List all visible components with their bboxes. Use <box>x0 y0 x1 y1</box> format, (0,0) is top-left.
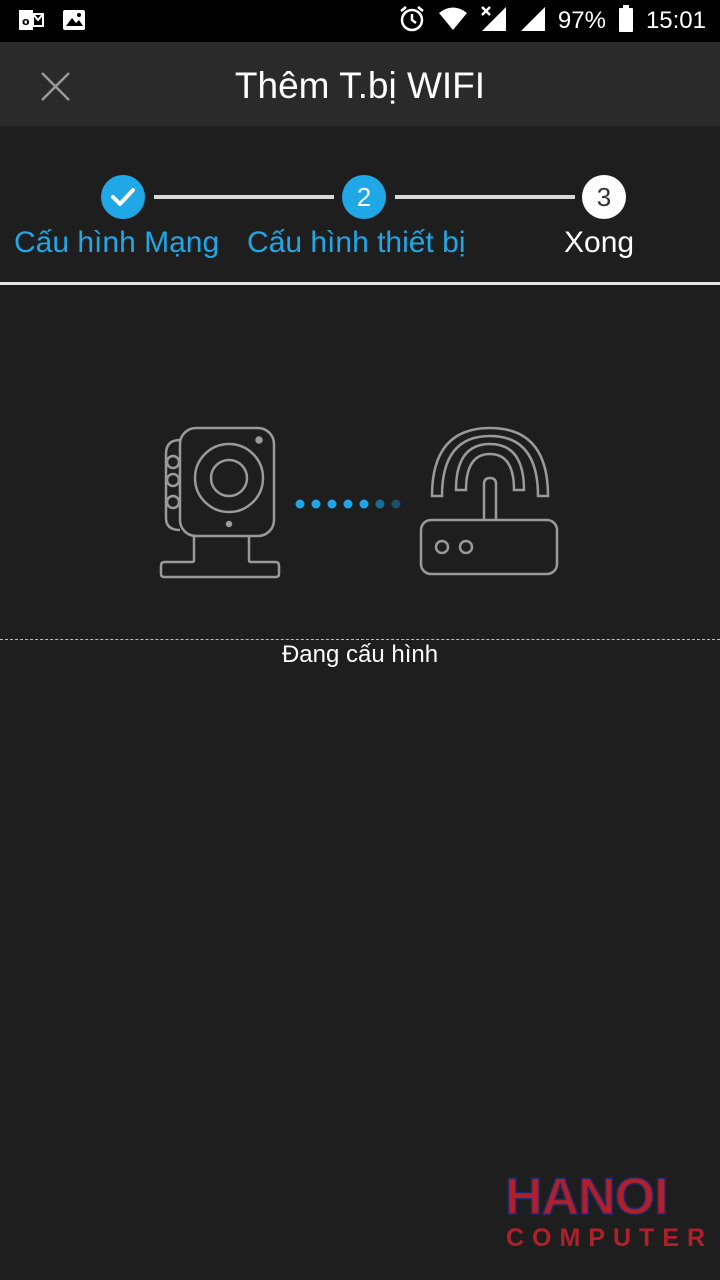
camera-icon <box>159 426 281 579</box>
app-bar: Thêm T.bị WIFI <box>0 42 720 126</box>
page-title: Thêm T.bị WIFI <box>234 65 486 106</box>
step-3-marker: 3 <box>582 175 626 219</box>
router-icon <box>419 426 559 576</box>
image-icon <box>62 8 86 37</box>
outlook-icon: o <box>18 8 44 37</box>
alarm-icon <box>398 5 426 38</box>
step-3-label: Xong <box>564 226 635 259</box>
stepper: 2 3 Cấu hình Mạng Cấu hình thiết bị Xong <box>0 126 720 284</box>
battery-icon <box>618 4 634 38</box>
stepper-divider <box>0 282 720 285</box>
watermark-line2: COMPUTER <box>506 1224 705 1250</box>
step-1-done-marker <box>101 175 145 219</box>
brand-watermark-logo: HANOI COMPUTER <box>504 1167 705 1252</box>
step-1-label: Cấu hình Mạng <box>14 226 220 259</box>
battery-percent: 97% <box>557 7 606 34</box>
status-bar: o 97% 15:01 <box>0 0 720 42</box>
step-2-label: Cấu hình thiết bị <box>247 226 466 259</box>
clock: 15:01 <box>645 7 706 34</box>
wifi-icon <box>438 6 468 37</box>
connection-illustration <box>150 420 570 590</box>
svg-text:o: o <box>22 15 30 28</box>
step-connector-2 <box>395 195 575 199</box>
checkmark-icon <box>111 188 135 206</box>
progress-dots-icon <box>295 499 401 509</box>
status-message: Đang cấu hình <box>281 641 439 668</box>
step-2-marker: 2 <box>342 175 386 219</box>
step-connector-1 <box>154 195 334 199</box>
watermark-line1: HANOI <box>505 1170 668 1226</box>
signal-icon <box>520 6 546 37</box>
signal-no-data-icon <box>480 5 508 38</box>
